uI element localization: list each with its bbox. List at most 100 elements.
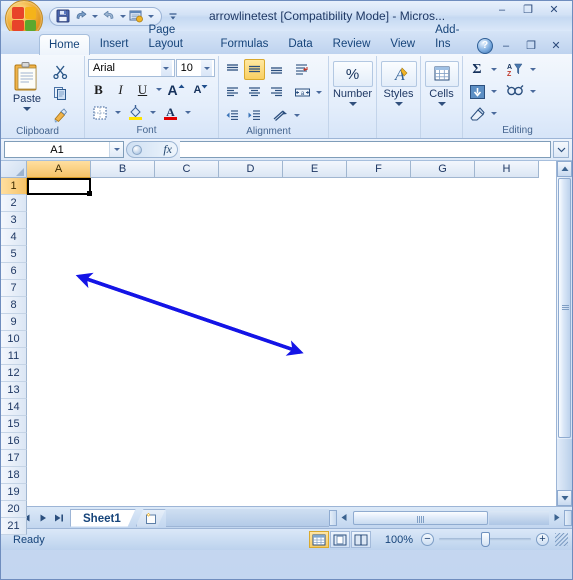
tab-page-layout[interactable]: Page Layout <box>138 19 210 54</box>
undo-dropdown-icon[interactable] <box>90 8 99 24</box>
help-icon[interactable]: ? <box>477 37 493 54</box>
find-select-button[interactable] <box>503 81 527 102</box>
row-header-8[interactable]: 8 <box>1 297 27 314</box>
undo-icon[interactable] <box>72 8 89 24</box>
clear-button[interactable] <box>466 103 488 124</box>
scroll-left-button[interactable] <box>337 510 352 526</box>
row-header-18[interactable]: 18 <box>1 467 27 484</box>
format-painter-button[interactable] <box>50 105 71 126</box>
column-header-h[interactable]: H <box>475 161 539 178</box>
select-all-button[interactable] <box>1 161 27 178</box>
paste-button[interactable]: Paste <box>4 59 50 111</box>
increase-indent-button[interactable] <box>244 105 265 126</box>
number-format-button[interactable]: % Number <box>332 59 373 106</box>
merge-center-dropdown-icon[interactable] <box>314 85 323 101</box>
align-center-button[interactable] <box>244 82 265 103</box>
cell-area[interactable] <box>27 178 556 506</box>
font-size-combo[interactable]: 10 <box>175 59 215 77</box>
tab-review[interactable]: Review <box>323 33 381 54</box>
row-header-16[interactable]: 16 <box>1 433 27 450</box>
row-header-10[interactable]: 10 <box>1 331 27 348</box>
borders-button[interactable] <box>88 102 112 123</box>
row-header-9[interactable]: 9 <box>1 314 27 331</box>
italic-button[interactable]: I <box>110 79 131 100</box>
active-cell-a1[interactable] <box>27 178 91 195</box>
row-header-5[interactable]: 5 <box>1 246 27 263</box>
vertical-scrollbar[interactable] <box>556 161 572 506</box>
shrink-font-button[interactable]: A <box>189 79 213 100</box>
row-header-15[interactable]: 15 <box>1 416 27 433</box>
align-right-button[interactable] <box>266 82 287 103</box>
find-select-dropdown-icon[interactable] <box>528 84 537 100</box>
column-header-c[interactable]: C <box>155 161 219 178</box>
tab-home[interactable]: Home <box>39 34 90 55</box>
column-header-b[interactable]: B <box>91 161 155 178</box>
redo-dropdown-icon[interactable] <box>118 8 127 24</box>
column-header-a[interactable]: A <box>27 161 91 178</box>
name-box-dropdown-icon[interactable] <box>109 142 123 157</box>
scroll-down-button[interactable] <box>557 490 572 506</box>
fill-button[interactable] <box>466 81 488 102</box>
orientation-dropdown-icon[interactable] <box>292 108 301 124</box>
copy-button[interactable] <box>50 83 71 104</box>
vertical-scroll-thumb[interactable] <box>558 178 571 438</box>
number-dropdown-icon[interactable] <box>348 102 357 106</box>
row-header-17[interactable]: 17 <box>1 450 27 467</box>
align-middle-button[interactable] <box>244 59 265 80</box>
grow-font-button[interactable]: A <box>164 79 188 100</box>
column-header-g[interactable]: G <box>411 161 475 178</box>
scroll-right-button[interactable] <box>549 510 564 526</box>
row-header-7[interactable]: 7 <box>1 280 27 297</box>
fill-dropdown-icon[interactable] <box>489 84 498 100</box>
underline-dropdown-icon[interactable] <box>154 82 163 98</box>
sort-filter-dropdown-icon[interactable] <box>528 62 537 78</box>
font-size-dropdown-icon[interactable] <box>201 60 212 76</box>
insert-worksheet-button[interactable] <box>136 509 166 527</box>
doc-restore-button[interactable]: ❐ <box>519 37 543 54</box>
fill-color-dropdown-icon[interactable] <box>148 105 157 121</box>
zoom-slider-track[interactable] <box>439 532 531 547</box>
tab-add-ins[interactable]: Add-Ins <box>425 19 477 54</box>
vertical-scroll-track[interactable] <box>557 439 572 490</box>
sheet-tab-sheet1[interactable]: Sheet1 <box>70 509 136 527</box>
align-left-button[interactable] <box>222 82 243 103</box>
cells-button[interactable]: Cells <box>424 59 459 106</box>
horizontal-scrollbar[interactable] <box>329 509 572 526</box>
horizontal-split-handle-right[interactable] <box>564 509 572 526</box>
tab-formulas[interactable]: Formulas <box>210 33 278 54</box>
formula-toggle-icon[interactable] <box>132 144 142 155</box>
resize-grip[interactable] <box>555 533 568 546</box>
row-header-4[interactable]: 4 <box>1 229 27 246</box>
close-button[interactable]: ✕ <box>542 1 566 18</box>
column-header-f[interactable]: F <box>347 161 411 178</box>
tab-insert[interactable]: Insert <box>90 33 139 54</box>
row-header-20[interactable]: 20 <box>1 501 27 518</box>
row-header-11[interactable]: 11 <box>1 348 27 365</box>
wrap-text-button[interactable] <box>291 59 312 80</box>
zoom-level-label[interactable]: 100% <box>379 534 413 546</box>
underline-button[interactable]: U <box>132 79 153 100</box>
borders-dropdown-icon[interactable] <box>113 105 122 121</box>
row-header-19[interactable]: 19 <box>1 484 27 501</box>
cells-dropdown-icon[interactable] <box>437 102 446 106</box>
styles-button[interactable]: A Styles <box>380 59 417 106</box>
restore-button[interactable]: ❐ <box>516 1 540 18</box>
insert-function-icon[interactable]: fx <box>163 142 172 157</box>
bold-button[interactable]: B <box>88 79 109 100</box>
next-sheet-button[interactable] <box>35 510 50 526</box>
expand-formula-bar-icon[interactable] <box>553 141 569 158</box>
fill-handle[interactable] <box>87 191 92 196</box>
cut-button[interactable] <box>50 61 71 82</box>
row-header-12[interactable]: 12 <box>1 365 27 382</box>
column-header-e[interactable]: E <box>283 161 347 178</box>
styles-dropdown-icon[interactable] <box>394 102 403 106</box>
font-name-dropdown-icon[interactable] <box>160 60 172 76</box>
page-break-view-button[interactable] <box>351 531 371 548</box>
tab-data[interactable]: Data <box>278 33 322 54</box>
horizontal-scroll-track[interactable] <box>489 510 549 525</box>
decrease-indent-button[interactable] <box>222 105 243 126</box>
paste-dropdown-icon[interactable] <box>23 107 31 111</box>
normal-view-button[interactable] <box>309 531 329 548</box>
horizontal-split-handle[interactable] <box>329 509 337 526</box>
clear-dropdown-icon[interactable] <box>489 106 498 122</box>
